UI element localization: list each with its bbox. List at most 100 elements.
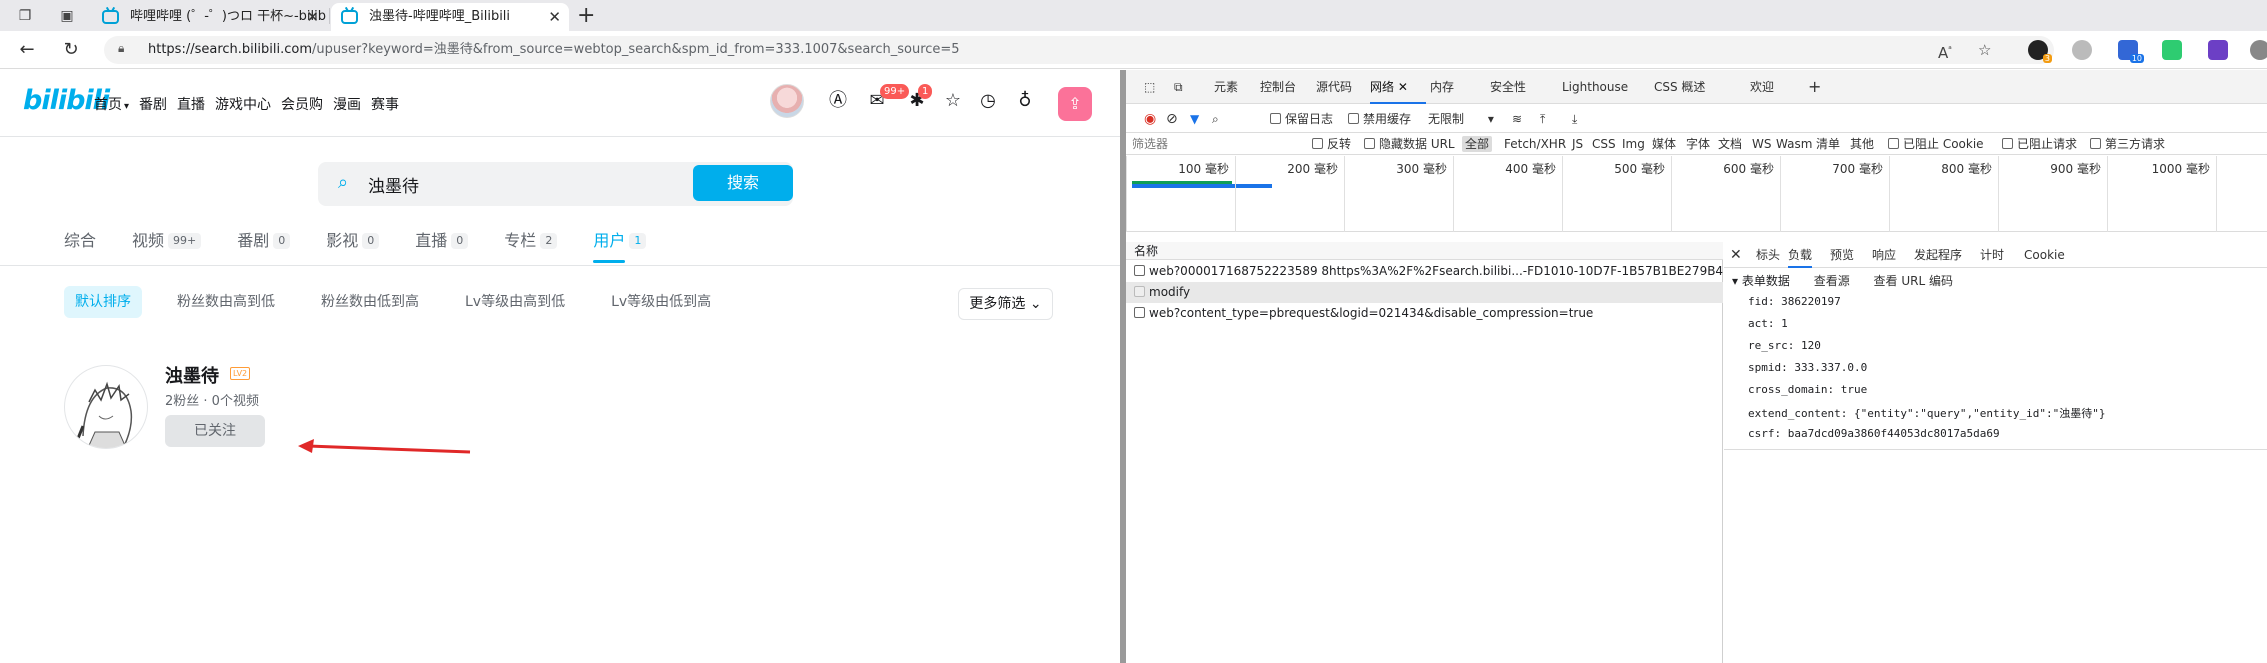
tab-article[interactable]: 专栏 2	[504, 227, 558, 251]
sort-fans-desc[interactable]: 粉丝数由高到低	[166, 286, 286, 318]
search-input[interactable]	[368, 168, 668, 200]
filter-type-font[interactable]: 字体	[1686, 136, 1710, 152]
request-row[interactable]: web?000017168752223589 8https%3A%2F%2Fse…	[1126, 261, 1723, 282]
tab-initiator[interactable]: 发起程序	[1914, 242, 1962, 268]
tab-console[interactable]: 控制台	[1260, 70, 1296, 104]
extension-icon[interactable]	[2162, 40, 2182, 60]
network-overview-timeline[interactable]: 100 毫秒 200 毫秒 300 毫秒 400 毫秒 500 毫秒 600 毫…	[1126, 156, 2267, 232]
nav-item[interactable]: 番剧	[139, 94, 167, 114]
blocked-cookies-checkbox[interactable]: 已阻止 Cookie	[1888, 136, 1984, 152]
nav-item[interactable]: 会员购	[281, 94, 323, 114]
tab-memory[interactable]: 内存	[1430, 70, 1454, 104]
close-icon[interactable]: ✕	[1730, 242, 1742, 268]
extension-icon[interactable]: 10	[2118, 40, 2144, 63]
search-button[interactable]: 搜索	[693, 165, 793, 201]
request-row[interactable]: modify	[1126, 282, 1723, 303]
import-har-icon[interactable]: ⤒	[1540, 110, 1545, 128]
inspect-icon[interactable]: ⧉	[1174, 70, 1183, 104]
tab-video[interactable]: 视频 99+	[132, 227, 202, 251]
nav-item[interactable]: 赛事	[371, 94, 399, 114]
filter-type-wasm[interactable]: Wasm	[1776, 136, 1812, 152]
filter-type-css[interactable]: CSS	[1592, 136, 1616, 152]
filter-type-all[interactable]: 全部	[1462, 136, 1493, 152]
invert-checkbox[interactable]: 反转	[1312, 136, 1351, 152]
tab-user[interactable]: 用户 1	[593, 227, 647, 263]
creation-bulb-icon[interactable]: ♁	[1014, 90, 1036, 112]
disable-cache-checkbox[interactable]: 禁用缓存	[1348, 110, 1411, 128]
tab-live[interactable]: 直播 0	[415, 227, 469, 251]
tab-bangumi[interactable]: 番剧 0	[237, 227, 291, 251]
preserve-log-checkbox[interactable]: 保留日志	[1270, 110, 1333, 128]
browser-tab-search[interactable]: 浊墨待-哔哩哔哩_Bilibili ✕	[331, 3, 569, 31]
tab-sources[interactable]: 源代码	[1316, 70, 1352, 104]
back-arrow-icon[interactable]: ←	[16, 39, 38, 61]
view-url-encoded-link[interactable]: 查看 URL 编码	[1874, 274, 1953, 288]
blocked-requests-checkbox[interactable]: 已阻止请求	[2002, 136, 2077, 152]
tab-actions-icon[interactable]: ▣	[58, 7, 76, 25]
tab-film[interactable]: 影视 0	[326, 227, 380, 251]
user-name[interactable]: 浊墨待	[165, 362, 219, 388]
favorites-star-icon[interactable]: ☆	[942, 90, 964, 112]
header-avatar[interactable]	[770, 84, 804, 118]
close-tab-icon[interactable]: ✕	[306, 3, 319, 31]
nav-item[interactable]: 漫画	[333, 94, 361, 114]
add-tab-plus-icon[interactable]: +	[1808, 70, 1821, 104]
followed-button[interactable]: 已关注	[165, 415, 265, 447]
third-party-checkbox[interactable]: 第三方请求	[2090, 136, 2165, 152]
throttle-select[interactable]: 无限制 ▾	[1428, 110, 1494, 128]
tab-css-overview[interactable]: CSS 概述	[1654, 70, 1705, 104]
new-tab-plus-icon[interactable]: +	[577, 4, 595, 28]
user-avatar[interactable]	[64, 365, 148, 449]
search-icon[interactable]: ⌕	[1212, 110, 1219, 128]
hide-data-url-checkbox[interactable]: 隐藏数据 URL	[1364, 136, 1455, 152]
device-toolbar-icon[interactable]: ⬚	[1144, 70, 1155, 104]
sort-default[interactable]: 默认排序	[64, 286, 142, 318]
view-source-link[interactable]: 查看源	[1814, 274, 1850, 288]
filter-type-fetch[interactable]: Fetch/XHR	[1504, 136, 1566, 152]
extension-icon[interactable]	[2208, 40, 2228, 60]
filter-type-manifest[interactable]: 清单	[1816, 136, 1840, 152]
more-filter-button[interactable]: 更多筛选 ⌄	[958, 288, 1053, 320]
read-aloud-icon[interactable]: Aᵃ	[1938, 39, 1952, 64]
nav-item[interactable]: 直播	[177, 94, 205, 114]
tab-preview[interactable]: 预览	[1830, 242, 1854, 268]
favorite-star-icon[interactable]: ☆	[1978, 39, 1991, 61]
tab-network[interactable]: 网络 ✕	[1370, 70, 1426, 104]
filter-input[interactable]: 筛选器	[1132, 136, 1292, 152]
sort-level-asc[interactable]: Lv等级由低到高	[600, 286, 722, 318]
network-conditions-icon[interactable]: ≋	[1512, 110, 1522, 128]
nav-item[interactable]: 首页 ▾	[94, 94, 129, 114]
tab-welcome[interactable]: 欢迎	[1750, 70, 1774, 104]
workspaces-icon[interactable]: ❐	[16, 7, 34, 25]
extension-icon[interactable]	[2072, 40, 2092, 60]
close-tab-icon[interactable]: ✕	[548, 3, 561, 31]
tab-all[interactable]: 综合	[64, 227, 96, 251]
history-clock-icon[interactable]: ◷	[977, 90, 999, 112]
sort-level-desc[interactable]: Lv等级由高到低	[454, 286, 576, 318]
record-icon[interactable]: ◉	[1144, 110, 1156, 128]
request-row[interactable]: web?content_type=pbrequest&logid=021434&…	[1126, 303, 1723, 324]
url-field[interactable]: 🔒︎ https://search.bilibili.com/upuser?ke…	[104, 36, 2054, 64]
triangle-down-icon[interactable]: ▾	[1732, 274, 1738, 288]
name-column-header[interactable]: 名称	[1126, 242, 1723, 260]
sort-fans-asc[interactable]: 粉丝数由低到高	[310, 286, 430, 318]
filter-type-doc[interactable]: 文档	[1718, 136, 1742, 152]
vip-icon[interactable]: Ⓐ	[827, 90, 849, 112]
nav-item[interactable]: 游戏中心	[215, 94, 271, 114]
filter-type-js[interactable]: JS	[1572, 136, 1583, 152]
export-har-icon[interactable]: ⤓	[1572, 110, 1577, 128]
filter-type-other[interactable]: 其他	[1850, 136, 1874, 152]
tab-headers[interactable]: 标头	[1756, 242, 1780, 268]
tab-security[interactable]: 安全性	[1490, 70, 1526, 104]
tab-payload[interactable]: 负载	[1788, 242, 1813, 268]
browser-tab-bilibili-home[interactable]: 哔哩哔哩 (゜-゜)つロ 干杯~-bilibili ✕	[92, 3, 327, 31]
tab-elements[interactable]: 元素	[1214, 70, 1238, 104]
reload-icon[interactable]: ↻	[60, 39, 82, 61]
tab-timing[interactable]: 计时	[1980, 242, 2004, 268]
filter-type-img[interactable]: Img	[1622, 136, 1645, 152]
extension-icon[interactable]	[2250, 40, 2267, 60]
filter-type-ws[interactable]: WS	[1752, 136, 1771, 152]
filter-type-media[interactable]: 媒体	[1652, 136, 1676, 152]
tab-cookies[interactable]: Cookie	[2024, 242, 2065, 268]
extension-icon[interactable]: 3	[2028, 40, 2052, 63]
